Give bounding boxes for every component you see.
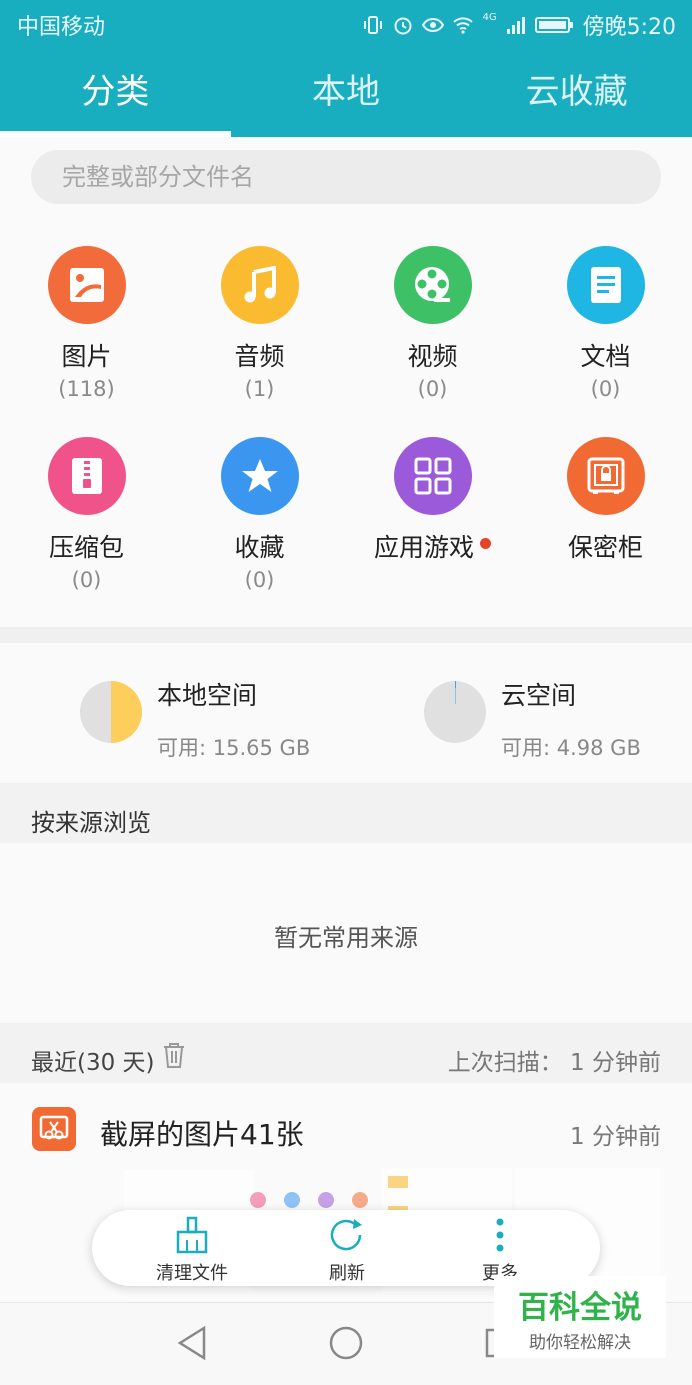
- category-label: 保密柜: [567, 533, 643, 562]
- alarm-icon: [394, 17, 412, 35]
- category-safe[interactable]: 保密柜: [519, 437, 692, 567]
- status-icons: 4G 傍晚5:20: [362, 9, 676, 41]
- clean-files-label: 清理文件: [156, 1263, 228, 1284]
- local-storage-available: 可用: 15.65 GB: [157, 736, 311, 760]
- category-audio[interactable]: 音频 (1): [173, 246, 346, 402]
- watermark-subtitle: 助你轻松解决: [529, 1333, 631, 1353]
- music-icon: [220, 246, 299, 324]
- divider: [0, 627, 692, 643]
- screenshot-scissors-icon: [32, 1107, 76, 1151]
- carrier-name: 中国移动: [17, 15, 106, 40]
- cloud-storage-title: 云空间: [501, 681, 577, 710]
- category-label: 收藏: [234, 533, 285, 562]
- category-favorites[interactable]: 收藏 (0): [173, 437, 346, 593]
- tab-cloud-favorites[interactable]: 云收藏: [461, 60, 692, 130]
- watermark-logo: 百科全说 助你轻松解决: [494, 1276, 666, 1358]
- local-storage[interactable]: 本地空间 可用: 15.65 GB: [157, 676, 397, 762]
- zip-icon: [47, 437, 126, 515]
- trash-icon[interactable]: [161, 1041, 187, 1069]
- more-button[interactable]: 更多: [460, 1216, 540, 1285]
- cloud-storage-available: 可用: 4.98 GB: [501, 736, 641, 760]
- recent-item-time: 1 分钟前: [570, 1124, 661, 1150]
- category-label: 应用游戏: [373, 533, 474, 562]
- category-count: (0): [417, 377, 448, 401]
- apps-grid-icon: [393, 437, 472, 515]
- cloud-storage-pie: [424, 681, 486, 743]
- tab-category[interactable]: 分类: [0, 60, 231, 130]
- section-title: 按来源浏览: [31, 809, 151, 837]
- film-reel-icon: [393, 246, 472, 324]
- last-scan-time: 上次扫描： 1 分钟前: [447, 1050, 661, 1076]
- bottom-action-bar: 清理文件 刷新 更多: [92, 1210, 600, 1286]
- watermark-title: 百科全说: [518, 1290, 642, 1326]
- category-label-wrap: 应用游戏: [346, 533, 519, 563]
- cloud-storage[interactable]: 云空间 可用: 4.98 GB: [501, 676, 691, 762]
- more-vertical-icon: [496, 1218, 504, 1252]
- category-label: 图片: [61, 342, 112, 371]
- status-bar: 中国移动 4G 傍晚5:20: [0, 0, 692, 48]
- eye-comfort-icon: [422, 17, 445, 33]
- recent-item-title: 截屏的图片41张: [100, 1118, 304, 1151]
- category-count: (0): [244, 568, 275, 592]
- local-storage-title: 本地空间: [157, 681, 258, 710]
- category-images[interactable]: 图片 (118): [0, 246, 173, 402]
- vibrate-icon: [364, 16, 383, 34]
- browse-by-source-header: 按来源浏览: [0, 783, 692, 843]
- category-count: (0): [590, 377, 621, 401]
- clean-files-button[interactable]: 清理文件: [144, 1216, 240, 1285]
- refresh-button[interactable]: 刷新: [307, 1216, 387, 1285]
- recent-header: 最近(30 天) 上次扫描： 1 分钟前: [0, 1023, 692, 1083]
- section-title: 最近(30 天): [31, 1050, 155, 1076]
- wifi-icon: [453, 17, 474, 34]
- signal-icon: [506, 17, 525, 34]
- tab-indicator: [0, 131, 231, 137]
- network-type: 4G: [482, 11, 497, 23]
- category-label: 压缩包: [48, 533, 124, 562]
- refresh-icon: [330, 1219, 362, 1251]
- search-input[interactable]: 完整或部分文件名: [31, 150, 661, 204]
- category-count: (0): [71, 568, 102, 592]
- new-badge-dot: [480, 537, 491, 549]
- tab-bar: 分类 本地 云收藏: [0, 60, 692, 130]
- home-icon[interactable]: [328, 1325, 364, 1361]
- clock: 傍晚5:20: [582, 15, 676, 40]
- image-icon: [47, 246, 126, 324]
- safe-icon: [566, 437, 645, 515]
- category-count: (1): [244, 377, 275, 401]
- star-icon: [220, 437, 299, 515]
- category-count: (118): [58, 377, 115, 401]
- category-video[interactable]: 视频 (0): [346, 246, 519, 402]
- category-archives[interactable]: 压缩包 (0): [0, 437, 173, 593]
- empty-source-message: 暂无常用来源: [274, 924, 418, 952]
- refresh-label: 刷新: [329, 1263, 365, 1284]
- local-storage-pie: [80, 681, 142, 743]
- battery-icon: [534, 17, 573, 33]
- back-icon[interactable]: [176, 1325, 208, 1361]
- category-label: 文档: [580, 342, 631, 371]
- tab-local[interactable]: 本地: [231, 60, 462, 130]
- category-label: 音频: [234, 342, 285, 371]
- category-apps-games[interactable]: 应用游戏: [346, 437, 519, 567]
- category-documents[interactable]: 文档 (0): [519, 246, 692, 402]
- broom-icon: [176, 1216, 208, 1254]
- document-icon: [566, 246, 645, 324]
- category-label: 视频: [407, 342, 458, 371]
